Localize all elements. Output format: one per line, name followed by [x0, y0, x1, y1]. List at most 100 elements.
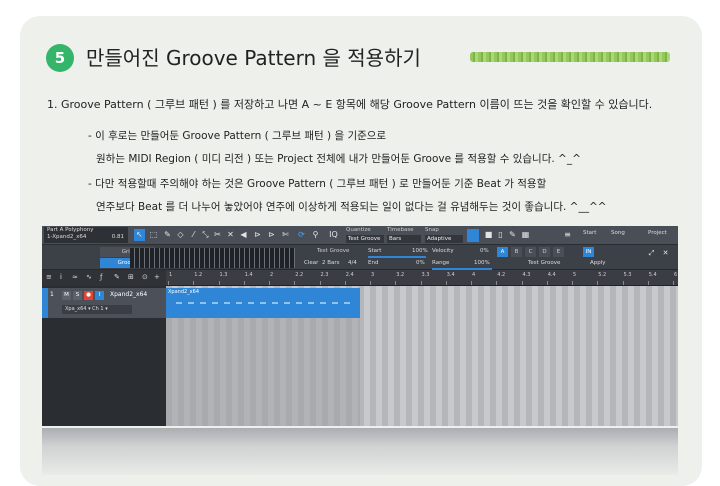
start-value[interactable]: 100% — [412, 247, 428, 256]
project-button[interactable]: Project — [648, 230, 667, 236]
start-slider[interactable] — [368, 256, 426, 258]
range-tool-icon[interactable]: ⤡ — [200, 229, 211, 241]
ruler-tick-mark — [294, 281, 296, 285]
ruler-tick-label: 1.2 — [194, 272, 203, 278]
select-tool-icon[interactable]: ⬚ — [148, 229, 159, 241]
arrange-area[interactable]: Xpand2_x64 — [166, 286, 678, 426]
bend-tool-icon[interactable]: ⊳ — [252, 229, 263, 241]
add-track-icon[interactable]: + — [154, 273, 160, 281]
clock-icon[interactable]: ⊙ — [142, 273, 148, 281]
timebase-select[interactable]: Bars — [387, 235, 421, 243]
ruler-tick-label: 4 — [472, 272, 476, 278]
velocity-value[interactable]: 0% — [480, 247, 489, 256]
paint-tool-icon[interactable]: ⁄ — [188, 229, 199, 241]
start-label: Start — [368, 248, 382, 254]
snap-toggle-button[interactable] — [467, 229, 479, 242]
note-line-1: - 이 후로는 만들어둔 Groove Pattern ( 그루브 패턴 ) 을… — [88, 130, 387, 142]
groove-name: Test Groove — [317, 248, 350, 254]
mute-button[interactable]: M — [62, 291, 71, 300]
midi-region[interactable]: Xpand2_x64 — [166, 288, 360, 318]
ruler-tick-label: 4.4 — [547, 272, 556, 278]
arrow-tool-icon[interactable]: ↖ — [134, 229, 145, 241]
daw-screenshot: Part A Polyphony 1-Xpand2_x64 0.81 ↖ ⬚ ✎… — [42, 226, 678, 426]
ruler-tick-mark — [622, 281, 624, 285]
snap-select[interactable]: Adaptive — [425, 235, 463, 243]
fx-icon[interactable]: ƒ — [100, 273, 102, 281]
signature: 4/4 — [348, 260, 357, 266]
quantize-select[interactable]: Test Groove — [346, 235, 384, 243]
snap-label: Snap — [425, 227, 439, 233]
ruler-tick-mark — [496, 281, 498, 285]
screenshot-reflection — [42, 428, 678, 475]
arrange-icon[interactable]: ≡ — [562, 229, 573, 241]
slot-c[interactable]: C — [525, 247, 536, 257]
bars-select[interactable]: 2 Bars — [322, 259, 340, 268]
ruler-tick-label: 2 — [270, 272, 274, 278]
split-tool-icon[interactable]: ✂ — [212, 229, 223, 241]
track-list: 1 M S ● I Xpand2_x64 Xpa_x64 ▾ Ch 1 ▾ — [42, 286, 166, 426]
ruler-tick-label: 2.4 — [345, 272, 354, 278]
close-icon[interactable]: ✕ — [660, 247, 671, 259]
part-value: 0.81 — [111, 234, 124, 240]
song-button[interactable]: Song — [611, 230, 625, 236]
ruler-tick-mark — [521, 281, 523, 285]
in-button[interactable]: IN — [583, 247, 594, 257]
metronome-icon[interactable]: ⚲ — [310, 229, 321, 241]
apply-button[interactable]: Apply — [590, 259, 606, 268]
ruler-tick-mark — [370, 281, 371, 285]
range-value[interactable]: 100% — [474, 259, 490, 268]
ruler-tick-label: 5 — [573, 272, 577, 278]
track-row[interactable]: 1 M S ● I Xpand2_x64 Xpa_x64 ▾ Ch 1 ▾ — [42, 288, 166, 318]
automation-icon[interactable]: ≈ — [72, 273, 78, 281]
solo-button[interactable]: S — [73, 291, 82, 300]
ruler-tick-label: 2.2 — [295, 272, 304, 278]
track-tools: ≡ i ≈ ∿ ƒ ✎ ⊞ ⊙ + — [42, 270, 166, 286]
slot-groove-select[interactable]: Test Groove — [528, 259, 560, 268]
record-mode-icon[interactable]: ■ — [483, 229, 494, 241]
slot-d[interactable]: D — [539, 247, 550, 257]
listen-tool-icon[interactable]: ◀ — [238, 229, 249, 241]
ruler-tick-label: 1 — [169, 272, 173, 278]
range-label: Range — [432, 260, 450, 266]
slot-b[interactable]: B — [511, 247, 522, 257]
slot-a[interactable]: A — [497, 247, 508, 257]
ruler-tick-mark — [168, 281, 169, 285]
menu-icon[interactable]: ≡ — [46, 273, 52, 281]
ruler-tick-mark — [572, 281, 573, 285]
pen-icon[interactable]: ✎ — [114, 273, 120, 281]
groove-pattern-display — [130, 248, 295, 268]
monitor-button[interactable]: I — [95, 291, 104, 300]
instrument-select[interactable]: Xpa_x64 ▾ Ch 1 ▾ — [62, 305, 132, 314]
note-line-2: 원하는 MIDI Region ( 미디 리전 ) 또는 Project 전체에… — [96, 153, 581, 165]
slot-e[interactable]: E — [553, 247, 564, 257]
timebase-label: Timebase — [387, 227, 414, 233]
ruler-tick-label: 6 — [674, 272, 678, 278]
expand-icon[interactable]: ⤢ — [646, 247, 657, 259]
ruler-tick-label: 1.3 — [219, 272, 228, 278]
loop-icon[interactable]: ▯ — [495, 229, 506, 241]
curve-icon[interactable]: ∿ — [86, 273, 92, 281]
record-arm-button[interactable]: ● — [84, 291, 93, 300]
quantize-q-icon[interactable]: IQ — [328, 229, 339, 241]
mute-tool-icon[interactable]: ✕ — [225, 229, 236, 241]
autoscroll-icon[interactable]: ⟳ — [296, 229, 307, 241]
scissors-tool-icon[interactable]: ✄ — [280, 229, 291, 241]
ruler-tick-mark — [243, 281, 245, 285]
eraser-tool-icon[interactable]: ◇ — [175, 229, 186, 241]
daw-toolbar: Part A Polyphony 1-Xpand2_x64 0.81 ↖ ⬚ ✎… — [42, 226, 678, 245]
ruler-tick-label: 3.3 — [421, 272, 430, 278]
timeline-ruler[interactable]: 1 1.2 1.3 1.4 2 2.2 2.3 2.4 3 3.2 3.3 3.4 4 4.2 4.3 4.4… — [166, 270, 678, 286]
info-icon[interactable]: i — [60, 273, 62, 281]
pencil-tool-icon[interactable]: ✎ — [162, 229, 173, 241]
ruler-tick-label: 4.3 — [522, 272, 531, 278]
ruler-tick-mark — [546, 281, 548, 285]
edit-icon[interactable]: ✎ — [507, 229, 518, 241]
ruler-tick-label: 5.2 — [598, 272, 607, 278]
clear-button[interactable]: Clear — [304, 259, 318, 268]
folder-icon[interactable]: ⊞ — [128, 273, 134, 281]
instruction-line-1: 1. Groove Pattern ( 그루브 패턴 ) 를 저장하고 나면 A… — [47, 98, 653, 111]
transform-tool-icon[interactable]: ⊳ — [266, 229, 277, 241]
start-button[interactable]: Start — [583, 230, 596, 236]
grid-icon[interactable]: ▦ — [520, 229, 531, 241]
end-value[interactable]: 0% — [416, 259, 425, 268]
